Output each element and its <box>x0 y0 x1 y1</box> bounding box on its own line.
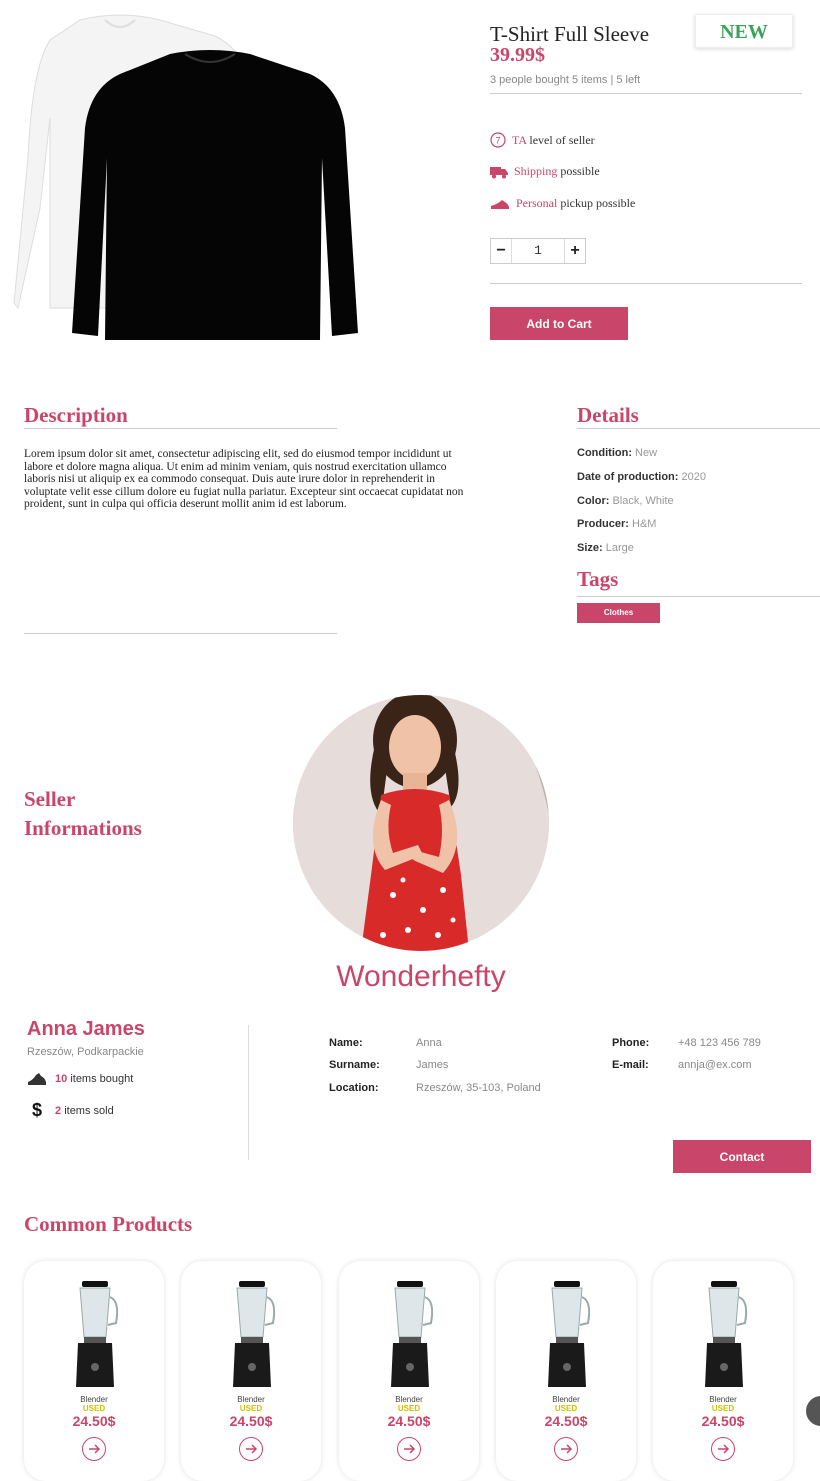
svg-text:7: 7 <box>495 136 500 146</box>
product-stats: 3 people bought 5 items | 5 left <box>490 74 641 86</box>
product-price: 24.50$ <box>229 1413 273 1429</box>
arrow-right-icon[interactable] <box>554 1437 578 1461</box>
quantity-value[interactable]: 1 <box>511 239 565 263</box>
seller-heading: Seller Informations <box>24 787 142 840</box>
detail-color: Color: Black, White <box>577 495 674 507</box>
detail-condition: Condition: New <box>577 447 658 459</box>
detail-date: Date of production: 2020 <box>577 471 706 483</box>
shoe-icon <box>28 1073 46 1085</box>
blender-image <box>76 1281 119 1387</box>
detail-producer: Producer: H&M <box>577 518 657 530</box>
phone-value: +48 123 456 789 <box>678 1037 761 1049</box>
blender-image <box>705 1281 748 1387</box>
description-text: Lorem ipsum dolor sit amet, consectetur … <box>24 448 464 511</box>
location-label: Location: <box>329 1082 379 1094</box>
seller-level-feature: 7 TA level of seller <box>490 132 595 148</box>
email-value: annja@ex.com <box>678 1059 752 1071</box>
divider <box>24 428 337 429</box>
seller-avatar <box>293 695 549 951</box>
dollar-icon: $ <box>31 1100 42 1120</box>
shop-name: Wonderhefty <box>336 960 506 993</box>
product-condition: USED <box>239 1404 263 1413</box>
divider <box>490 93 802 94</box>
product-condition: USED <box>711 1404 735 1413</box>
product-name: Blender <box>552 1395 580 1404</box>
product-price: 24.50$ <box>72 1413 116 1429</box>
arrow-right-icon[interactable] <box>82 1437 106 1461</box>
divider <box>577 428 820 429</box>
add-to-cart-button[interactable]: Add to Cart <box>490 307 628 340</box>
shoe-icon <box>491 199 509 209</box>
sold-label: items sold <box>64 1104 114 1117</box>
items-sold-stat: $ 2 items sold <box>27 1100 114 1121</box>
feature-text: level of seller <box>526 132 595 147</box>
level-icon: 7 <box>490 132 506 148</box>
feature-em: Shipping <box>514 164 558 178</box>
feature-text: pickup possible <box>557 196 636 210</box>
truck-icon <box>490 166 508 178</box>
product-name: Blender <box>395 1395 423 1404</box>
phone-label: Phone: <box>612 1037 650 1049</box>
divider <box>490 283 802 284</box>
decrease-button[interactable]: − <box>491 239 511 263</box>
bought-count: 10 <box>55 1073 68 1085</box>
name-label: Name: <box>329 1037 363 1049</box>
surname-label: Surname: <box>329 1059 380 1071</box>
seller-full-name: Anna James <box>27 1018 145 1040</box>
contact-button[interactable]: Contact <box>673 1140 811 1173</box>
product-image <box>13 14 358 340</box>
items-bought-stat: 10 items bought <box>27 1072 133 1086</box>
product-price: 24.50$ <box>544 1413 588 1429</box>
carousel-next-button[interactable] <box>806 1396 820 1426</box>
location-value: Rzeszów, 35-103, Poland <box>416 1082 541 1094</box>
name-value: Anna <box>416 1037 442 1049</box>
tags-heading: Tags <box>577 567 619 591</box>
blender-image <box>548 1281 591 1387</box>
divider <box>577 596 820 597</box>
product-name: Blender <box>709 1395 737 1404</box>
arrow-right-icon[interactable] <box>397 1437 421 1461</box>
tag-chip[interactable]: Clothes <box>577 603 660 623</box>
product-price: 24.50$ <box>387 1413 431 1429</box>
product-card[interactable]: Blender USED 24.50$ <box>339 1261 479 1481</box>
bought-label: items bought <box>70 1073 134 1085</box>
product-condition: USED <box>554 1404 578 1413</box>
feature-text: possible <box>557 164 600 178</box>
blender-image <box>233 1281 276 1387</box>
product-condition: USED <box>82 1404 106 1413</box>
detail-size: Size: Large <box>577 542 634 554</box>
description-heading: Description <box>24 403 128 427</box>
product-card[interactable]: Blender USED 24.50$ <box>181 1261 321 1481</box>
product-price: 39.99$ <box>490 44 545 66</box>
surname-value: James <box>416 1059 449 1071</box>
email-label: E-mail: <box>612 1059 649 1071</box>
pickup-feature: Personal pickup possible <box>490 196 635 211</box>
product-price: 24.50$ <box>701 1413 745 1429</box>
arrow-right-icon[interactable] <box>711 1437 735 1461</box>
increase-button[interactable]: + <box>565 239 585 263</box>
new-badge: NEW <box>695 14 793 48</box>
arrow-right-icon[interactable] <box>239 1437 263 1461</box>
shipping-feature: Shipping possible <box>490 164 600 179</box>
seller-region: Rzeszów, Podkarpackie <box>27 1046 144 1058</box>
quantity-stepper: − 1 + <box>490 238 586 264</box>
product-name: Blender <box>237 1395 265 1404</box>
common-products-heading: Common Products <box>24 1212 193 1236</box>
divider <box>248 1025 249 1160</box>
product-card[interactable]: Blender USED 24.50$ <box>653 1261 793 1481</box>
product-card[interactable]: Blender USED 24.50$ <box>496 1261 636 1481</box>
product-card[interactable]: Blender USED 24.50$ <box>24 1261 164 1481</box>
feature-em: TA <box>512 132 527 147</box>
seller-photo <box>293 695 549 951</box>
product-condition: USED <box>397 1404 421 1413</box>
sold-count: 2 <box>55 1104 62 1117</box>
feature-em: Personal <box>516 196 558 210</box>
divider <box>24 633 337 634</box>
product-name: Blender <box>80 1395 108 1404</box>
details-heading: Details <box>577 403 639 427</box>
blender-image <box>391 1281 434 1387</box>
